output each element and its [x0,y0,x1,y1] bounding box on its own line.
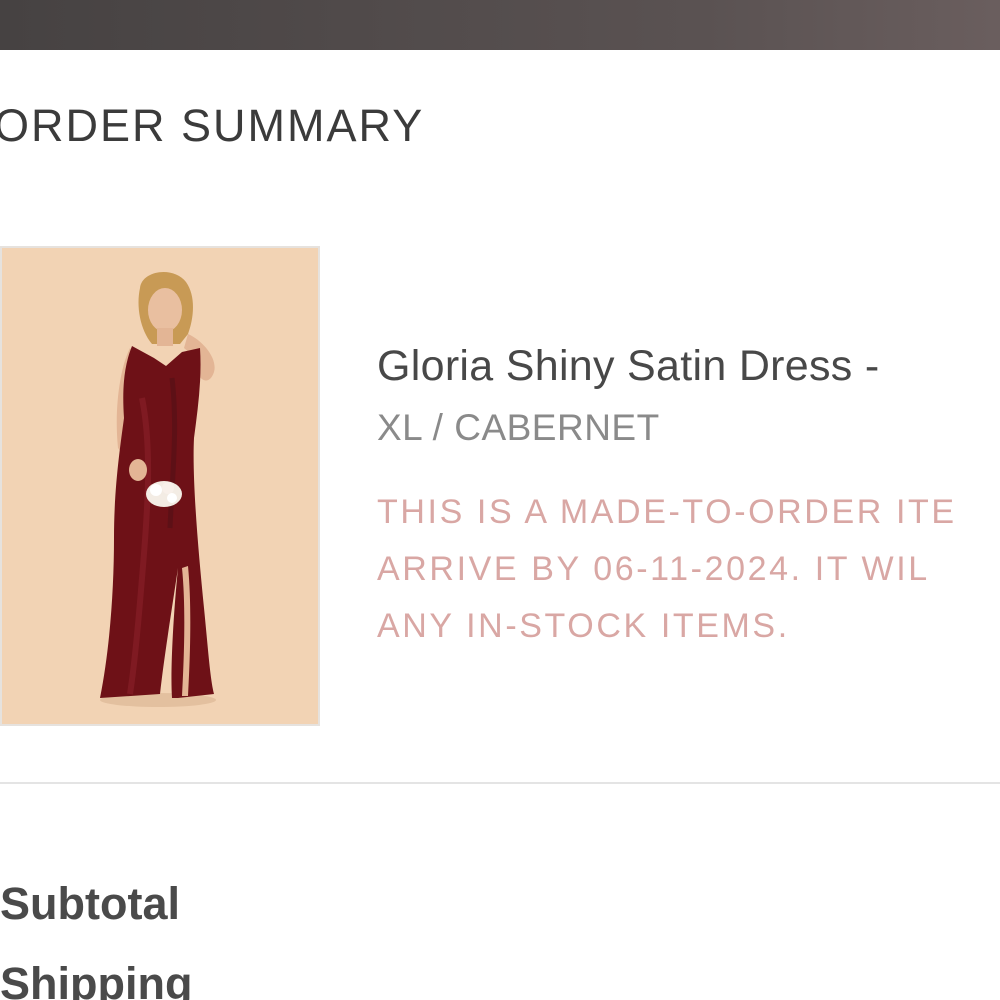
shipping-label: Shipping [0,958,193,1000]
order-summary-title: ORDER SUMMARY [0,100,425,151]
notice-line: THIS IS A MADE-TO-ORDER ITE [377,493,957,531]
notice-line: ARRIVE BY 06-11-2024. IT WIL [377,550,930,588]
top-bar [0,0,1000,50]
product-image[interactable] [0,246,320,726]
dress-photo-icon [2,248,318,724]
divider [0,782,1000,784]
checkout-page: ORDER SUMMARY Gloria Shiny Satin Dress -… [0,0,1000,1000]
notice-line: ANY IN-STOCK ITEMS. [377,607,790,645]
product-variant: XL / CABERNET [377,407,660,448]
made-to-order-notice: THIS IS A MADE-TO-ORDER ITE ARRIVE BY 06… [377,484,1000,655]
subtotal-label: Subtotal [0,878,180,929]
product-name[interactable]: Gloria Shiny Satin Dress - [377,342,879,391]
